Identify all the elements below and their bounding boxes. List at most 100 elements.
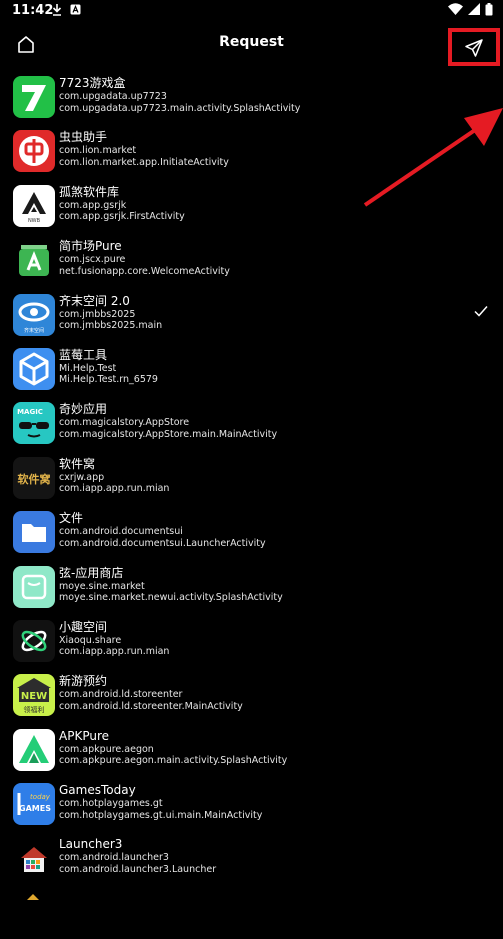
- list-item[interactable]: Launcher3 com.android.launcher3 com.andr…: [0, 830, 503, 884]
- app-activity: com.lion.market.app.InitiateActivity: [59, 156, 229, 168]
- app-package: com.lion.market: [59, 145, 137, 157]
- list-item[interactable]: NWB 孤煞软件库 com.app.gsrjk com.app.gsrjk.Fi…: [0, 178, 503, 232]
- xiaoqu-icon: [13, 619, 55, 662]
- magic-icon: MAGIC: [13, 402, 55, 445]
- partial-icon: [13, 891, 55, 934]
- qimo-logo-text: 齐末空间: [24, 327, 44, 334]
- list-item[interactable]: 虫虫助手 com.lion.market com.lion.market.app…: [0, 123, 503, 177]
- xinyou-sub-text: 领福利: [24, 705, 45, 714]
- app-notification-icon: [70, 4, 81, 15]
- folder-icon: [13, 511, 55, 554]
- app-activity: com.apkpure.aegon.main.activity.SplashAc…: [59, 755, 288, 767]
- sine-icon: [13, 565, 55, 608]
- app-package: moye.sine.market: [59, 580, 145, 592]
- app-activity: com.hotplaygames.gt.ui.main.MainActivity: [59, 809, 263, 821]
- app-activity: com.magicalstory.AppStore.main.MainActiv…: [59, 428, 278, 440]
- gamestoday-top-text: today: [30, 793, 51, 801]
- app-package: com.upgadata.up7723: [59, 91, 167, 102]
- download-icon: [52, 4, 62, 16]
- gamestoday-icon: today GAMES: [13, 783, 55, 826]
- status-system-icons: [448, 3, 493, 16]
- app-activity: net.fusionapp.core.WelcomeActivity: [59, 265, 230, 277]
- app-list: 7723游戏盒 com.upgadata.up7723 com.upgadata…: [0, 69, 503, 939]
- app-package: com.magicalstory.AppStore: [59, 417, 190, 429]
- list-item[interactable]: 小趣空间 Xiaoqu.share com.iapp.app.run.mian: [0, 613, 503, 667]
- app-bar: Request: [0, 22, 503, 66]
- page-title: Request: [219, 34, 284, 50]
- app-name: 新游预约: [59, 674, 108, 689]
- launcher3-icon: [13, 837, 55, 880]
- app-name: 齐末空间 2.0: [59, 293, 130, 308]
- battery-icon: [485, 3, 493, 16]
- app-name: 文件: [59, 511, 84, 526]
- gamestoday-bottom-text: GAMES: [19, 804, 51, 813]
- list-item[interactable]: 简市场Pure com.jscx.pure net.fusionapp.core…: [0, 232, 503, 286]
- status-time: 11:42: [12, 3, 54, 18]
- list-item[interactable]: 7723游戏盒 com.upgadata.up7723 com.upgadata…: [0, 69, 503, 123]
- app-package: Xiaoqu.share: [59, 634, 122, 646]
- ruanjianwo-logo-text: 软件窝: [18, 472, 51, 486]
- list-item[interactable]: 弦-应用商店 moye.sine.market moye.sine.market…: [0, 559, 503, 613]
- list-item[interactable]: 文件 com.android.documentsui com.android.d…: [0, 504, 503, 558]
- xinyou-icon: NEW 领福利: [13, 674, 55, 717]
- app-name: 7723游戏盒: [59, 76, 126, 90]
- list-item[interactable]: [0, 885, 503, 939]
- xinyou-badge-text: NEW: [21, 691, 47, 702]
- send-request-button[interactable]: [448, 28, 500, 66]
- list-item[interactable]: 齐末空间 齐末空间 2.0 com.jmbbs2025 com.jmbbs202…: [0, 287, 503, 341]
- app-name: 虫虫助手: [59, 130, 108, 145]
- ruanjianwo-icon: 软件窝: [13, 456, 55, 499]
- app-package: com.android.ld.storeenter: [59, 689, 183, 701]
- app-package: com.android.documentsui: [59, 526, 183, 538]
- status-bar: 11:42: [0, 0, 503, 22]
- app-package: com.app.gsrjk: [59, 199, 127, 211]
- app-package: cxrjw.app: [59, 471, 105, 483]
- app-package: com.android.launcher3: [59, 852, 169, 864]
- app-package: com.jmbbs2025: [59, 308, 136, 320]
- app-activity: com.iapp.app.run.mian: [59, 646, 170, 658]
- gusha-icon: NWB: [13, 184, 55, 227]
- app-package: com.hotplaygames.gt: [59, 798, 163, 810]
- 7723-icon: [13, 76, 55, 118]
- list-item[interactable]: APKPure com.apkpure.aegon com.apkpure.ae…: [0, 722, 503, 776]
- app-name: Launcher3: [59, 837, 123, 852]
- app-name: 简市场Pure: [59, 239, 122, 254]
- app-package: com.jscx.pure: [59, 254, 126, 266]
- app-activity: com.app.gsrjk.FirstActivity: [59, 211, 185, 223]
- app-package: Mi.Help.Test: [59, 362, 117, 374]
- list-item[interactable]: today GAMES GamesToday com.hotplaygames.…: [0, 776, 503, 830]
- app-activity: com.jmbbs2025.main: [59, 320, 163, 332]
- app-package: com.apkpure.aegon: [59, 743, 154, 755]
- app-activity: com.android.launcher3.Launcher: [59, 863, 217, 875]
- magic-logo-text: MAGIC: [17, 408, 43, 416]
- app-activity: Mi.Help.Test.rn_6579: [59, 374, 158, 386]
- lanmei-icon: [13, 347, 55, 390]
- app-activity: com.upgadata.up7723.main.activity.Splash…: [59, 102, 301, 114]
- signal-icon: [468, 3, 480, 15]
- check-icon: [474, 305, 488, 317]
- list-item[interactable]: 蓝莓工具 Mi.Help.Test Mi.Help.Test.rn_6579: [0, 341, 503, 395]
- app-name: 奇妙应用: [59, 402, 108, 417]
- jianshichang-icon: [13, 239, 55, 282]
- apkpure-icon: [13, 728, 55, 771]
- app-name: 蓝莓工具: [59, 347, 108, 362]
- qimo-icon: 齐末空间: [13, 293, 55, 336]
- status-notification-icons: [52, 4, 81, 16]
- app-activity: com.android.documentsui.LauncherActivity: [59, 537, 266, 549]
- app-activity: moye.sine.market.newui.activity.SplashAc…: [59, 592, 283, 604]
- send-icon: [465, 39, 483, 57]
- gusha-logo-text: NWB: [28, 218, 41, 224]
- list-item[interactable]: NEW 领福利 新游预约 com.android.ld.storeenter c…: [0, 667, 503, 721]
- app-name: APKPure: [59, 728, 109, 743]
- app-name: 软件窝: [59, 456, 96, 471]
- app-name: 孤煞软件库: [59, 184, 120, 199]
- list-item[interactable]: MAGIC 奇妙应用 com.magicalstory.AppStore com…: [0, 395, 503, 449]
- app-activity: com.iapp.app.run.mian: [59, 483, 170, 495]
- app-name: GamesToday: [59, 783, 136, 798]
- wifi-icon: [448, 3, 463, 15]
- app-name: 弦-应用商店: [59, 565, 124, 580]
- list-item[interactable]: 软件窝 软件窝 cxrjw.app com.iapp.app.run.mian: [0, 450, 503, 504]
- chongchong-icon: [13, 130, 55, 173]
- app-name: 小趣空间: [59, 619, 108, 634]
- app-activity: com.android.ld.storeenter.MainActivity: [59, 700, 243, 712]
